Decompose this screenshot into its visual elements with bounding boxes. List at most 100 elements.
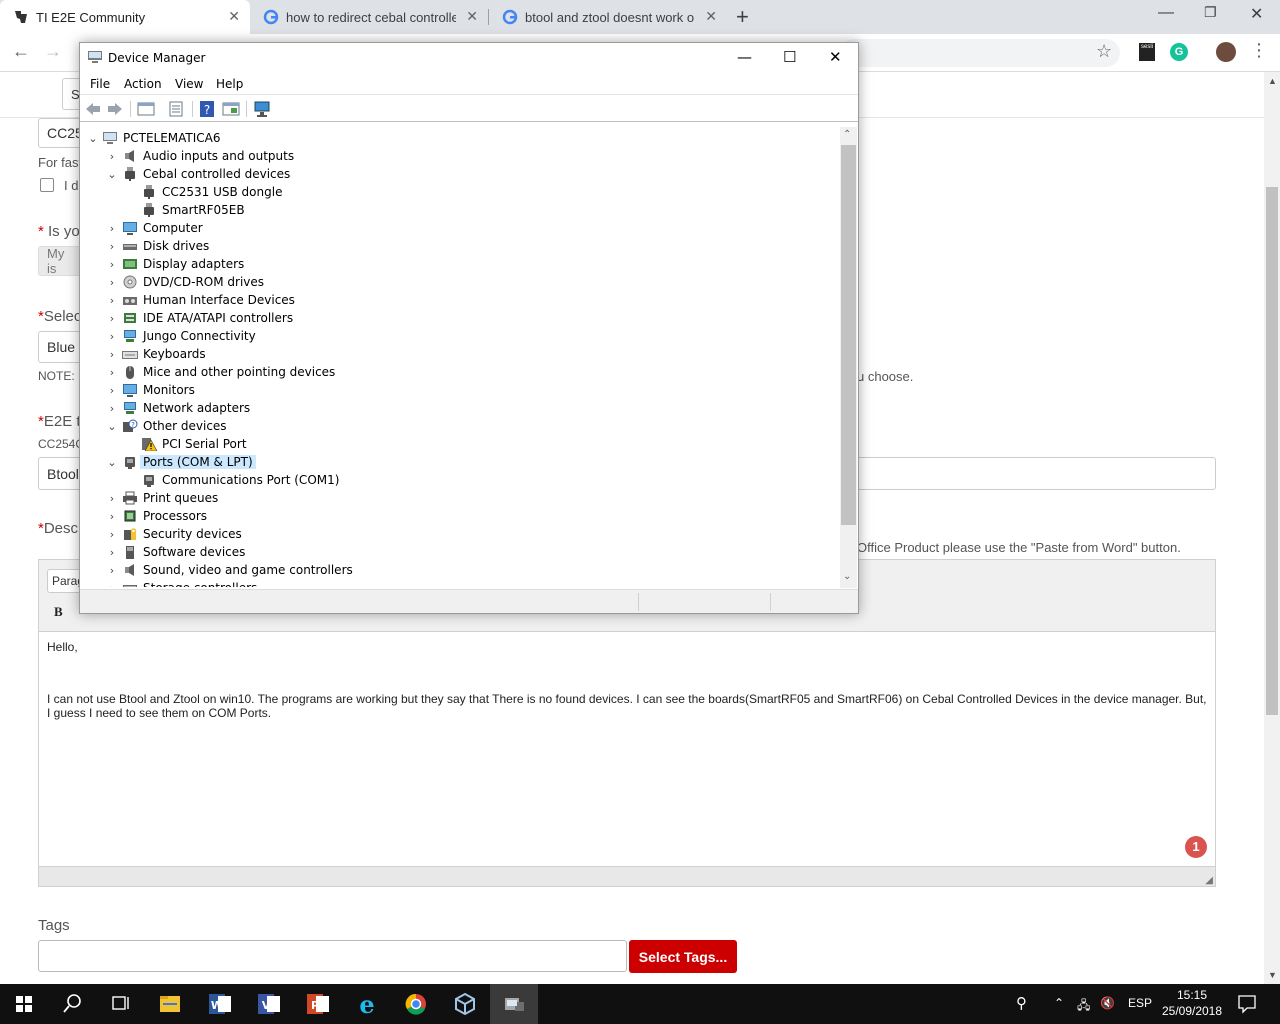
tree-category[interactable]: › Network adapters <box>80 399 840 417</box>
tree-category[interactable]: › Human Interface Devices <box>80 291 840 309</box>
scroll-down-icon[interactable]: ▼ <box>1268 970 1277 980</box>
tree-root[interactable]: ⌄ PCTELEMATICA6 <box>80 129 840 147</box>
resize-grip-icon[interactable]: ◢ <box>1205 875 1213 886</box>
tree-category[interactable]: › Audio inputs and outputs <box>80 147 840 165</box>
clock[interactable]: 15:15 25/09/2018 <box>1160 987 1224 1019</box>
chevron-right-icon[interactable]: › <box>107 510 117 523</box>
scroll-up-icon[interactable]: ▲ <box>1268 76 1277 86</box>
tree-device[interactable]: Communications Port (COM1) <box>80 471 840 489</box>
menu-icon[interactable]: ⋮ <box>1250 40 1268 61</box>
tab-btool-ztool[interactable]: btool and ztool doesnt work on w ✕ <box>489 0 727 34</box>
chevron-right-icon[interactable]: › <box>107 546 117 559</box>
page-scrollbar[interactable]: ▲ ▼ <box>1264 72 1280 984</box>
product-select[interactable]: Blue <box>38 331 82 363</box>
scroll-thumb[interactable] <box>1266 187 1278 715</box>
chevron-right-icon[interactable]: › <box>107 402 117 415</box>
chevron-down-icon[interactable]: ⌄ <box>107 420 117 433</box>
menu-view[interactable]: View <box>175 77 203 91</box>
tree-category[interactable]: › Disk drives <box>80 237 840 255</box>
tree-category[interactable]: › Software devices <box>80 543 840 561</box>
forward-icon[interactable]: → <box>44 41 62 62</box>
tree-category[interactable]: › Sound, video and game controllers <box>80 561 840 579</box>
tree-category[interactable]: ⌄ Ports (COM & LPT) <box>80 453 840 471</box>
tree-device[interactable]: CC2531 USB dongle <box>80 183 840 201</box>
dm-maximize-icon[interactable]: ☐ <box>783 48 796 66</box>
tree-category[interactable]: › Computer <box>80 219 840 237</box>
search-icon[interactable] <box>48 984 96 1024</box>
issue-select[interactable]: My is <box>38 246 82 276</box>
new-tab-icon[interactable]: + <box>736 4 749 30</box>
chevron-right-icon[interactable]: › <box>107 276 117 289</box>
dm-scrollbar[interactable]: ⌃ ⌄ <box>840 127 857 588</box>
tree-category[interactable]: › Print queues <box>80 489 840 507</box>
tree-category[interactable]: › Display adapters <box>80 255 840 273</box>
close-tab-icon[interactable]: ✕ <box>705 8 717 25</box>
avatar[interactable] <box>1216 42 1236 62</box>
tree-device[interactable]: SmartRF05EB <box>80 201 840 219</box>
forward-arrow-icon[interactable] <box>106 100 124 118</box>
menu-file[interactable]: File <box>90 77 110 91</box>
tab-redirect-cebal[interactable]: how to redirect cebal controlled ✕ <box>250 0 488 34</box>
device-manager-taskbar-icon[interactable] <box>490 984 538 1024</box>
visio-icon[interactable]: V <box>245 984 293 1024</box>
internet-explorer-icon[interactable]: e <box>343 984 391 1024</box>
powerpoint-icon[interactable]: P <box>294 984 342 1024</box>
chevron-right-icon[interactable]: › <box>107 258 117 271</box>
tree-category[interactable]: › DVD/CD-ROM drives <box>80 273 840 291</box>
back-icon[interactable]: ← <box>12 41 30 62</box>
tags-input[interactable] <box>38 940 627 972</box>
chevron-right-icon[interactable]: › <box>107 564 117 577</box>
show-hide-tree-icon[interactable] <box>137 100 155 118</box>
sesli-extension-icon[interactable]: sesli <box>1139 43 1155 61</box>
grammarly-badge[interactable]: 1 <box>1185 836 1207 858</box>
tree-category[interactable]: › Keyboards <box>80 345 840 363</box>
chevron-right-icon[interactable]: › <box>107 492 117 505</box>
menu-help[interactable]: Help <box>216 77 243 91</box>
back-arrow-icon[interactable] <box>84 100 102 118</box>
chevron-right-icon[interactable]: › <box>107 366 117 379</box>
people-icon[interactable]: ⚲ <box>1016 994 1027 1012</box>
tab-ti-e2e[interactable]: TI E2E Community ✕ <box>0 0 250 34</box>
network-icon[interactable]: 🖧 <box>1077 996 1090 1017</box>
chevron-right-icon[interactable]: › <box>107 582 117 588</box>
menu-action[interactable]: Action <box>124 77 162 91</box>
minimize-icon[interactable]: — <box>1158 4 1174 22</box>
tree-device[interactable]: PCI Serial Port <box>80 435 840 453</box>
chevron-right-icon[interactable]: › <box>107 222 117 235</box>
chevron-right-icon[interactable]: › <box>107 150 117 163</box>
dm-scroll-up-icon[interactable]: ⌃ <box>843 129 851 140</box>
tree-category[interactable]: ⌄ Cebal controlled devices <box>80 165 840 183</box>
grammarly-icon[interactable]: G <box>1170 43 1188 61</box>
tree-category[interactable]: › IDE ATA/ATAPI controllers <box>80 309 840 327</box>
scan-hardware-icon[interactable] <box>253 100 271 118</box>
chevron-right-icon[interactable]: › <box>107 384 117 397</box>
close-window-icon[interactable]: ✕ <box>1250 4 1263 24</box>
dm-close-icon[interactable]: ✕ <box>829 48 842 66</box>
tree-category[interactable]: › Processors <box>80 507 840 525</box>
chevron-right-icon[interactable]: › <box>107 348 117 361</box>
chevron-down-icon[interactable]: ⌄ <box>88 132 98 145</box>
view-icon[interactable] <box>222 100 240 118</box>
properties-icon[interactable] <box>167 100 185 118</box>
chevron-right-icon[interactable]: › <box>107 528 117 541</box>
close-tab-icon[interactable]: ✕ <box>466 8 478 25</box>
chrome-icon[interactable] <box>392 984 440 1024</box>
dm-scroll-down-icon[interactable]: ⌄ <box>843 571 851 582</box>
tree-category[interactable]: › Mice and other pointing devices <box>80 363 840 381</box>
tree-category[interactable]: › Monitors <box>80 381 840 399</box>
dm-minimize-icon[interactable]: — <box>737 48 752 66</box>
help-icon[interactable]: ? <box>198 100 216 118</box>
tree-category[interactable]: › Jungo Connectivity <box>80 327 840 345</box>
tree-category[interactable]: ⌄? Other devices <box>80 417 840 435</box>
windows-start-icon[interactable] <box>0 984 48 1024</box>
volume-muted-icon[interactable]: 🔇 <box>1100 996 1115 1010</box>
confirm-checkbox[interactable] <box>40 178 54 192</box>
task-view-icon[interactable] <box>96 984 144 1024</box>
dm-scroll-thumb[interactable] <box>841 145 856 525</box>
word-icon[interactable]: W <box>196 984 244 1024</box>
bookmark-star-icon[interactable]: ☆ <box>1096 41 1112 62</box>
address-bar[interactable] <box>840 39 1120 67</box>
show-hidden-icons-icon[interactable]: ⌃ <box>1054 996 1064 1010</box>
restore-icon[interactable]: ❐ <box>1204 4 1217 21</box>
virtualbox-icon[interactable] <box>441 984 489 1024</box>
